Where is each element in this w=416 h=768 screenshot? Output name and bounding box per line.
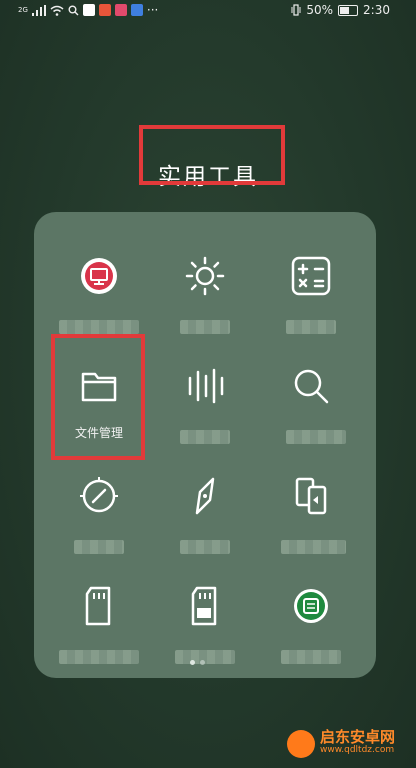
notification-app-icon-3 (114, 4, 127, 16)
sim-card-icon (191, 586, 217, 626)
signal-label: 2G (18, 6, 28, 14)
monitor-app-icon (81, 258, 117, 294)
app-label-blurred (286, 430, 346, 444)
notification-app-icon-2 (98, 4, 111, 16)
app-label-blurred (286, 320, 336, 334)
app-voice-recorder[interactable] (150, 344, 260, 456)
app-label-blurred (180, 320, 230, 334)
app-phone-clone[interactable] (256, 454, 366, 566)
app-label-blurred (59, 320, 139, 334)
app-label-blurred (59, 650, 139, 664)
app-label-blurred (74, 540, 124, 554)
sd-card-icon (85, 586, 111, 626)
file-manager-highlight-box (51, 334, 145, 460)
signal-icon (31, 4, 46, 16)
app-brightness[interactable] (150, 234, 260, 346)
wifi-icon (50, 5, 64, 16)
app-magnifier[interactable] (256, 344, 366, 456)
app-label-blurred (281, 650, 341, 664)
app-label-blurred (180, 430, 230, 444)
backup-app-icon (294, 589, 328, 623)
app-sd-card[interactable] (44, 564, 154, 676)
watermark-logo-icon (287, 730, 315, 758)
app-sim-card[interactable] (150, 564, 260, 676)
page-indicator (190, 660, 205, 665)
app-backup[interactable] (256, 564, 366, 676)
status-bar: 2G ··· 50% 2:30 (0, 0, 416, 20)
app-compass-dial[interactable] (44, 454, 154, 566)
notification-app-icon-4 (130, 4, 143, 16)
search-icon (68, 5, 79, 15)
more-notifications-icon: ··· (146, 3, 159, 17)
calculator-icon (291, 256, 331, 296)
app-calculator[interactable] (256, 234, 366, 346)
notification-app-icon-1 (82, 4, 95, 16)
battery-icon (338, 4, 359, 16)
app-label-blurred (180, 540, 230, 554)
watermark-name: 启东安卓网 (320, 728, 396, 746)
magnifier-icon (294, 369, 329, 404)
vibrate-icon (291, 4, 301, 16)
app-monitor[interactable] (44, 234, 154, 346)
page-dot (190, 660, 195, 665)
compass-needle-icon (195, 477, 215, 515)
battery-percent: 50% (306, 3, 334, 17)
compass-dial-icon (80, 477, 118, 513)
phone-clone-icon (295, 477, 327, 515)
voice-recorder-icon (188, 368, 224, 404)
app-compass[interactable] (150, 454, 260, 566)
app-label-blurred (175, 650, 235, 664)
watermark-url: www.qdltdz.com (320, 745, 395, 755)
brightness-icon (185, 256, 225, 296)
title-highlight-box (139, 125, 285, 185)
page-dot (200, 660, 205, 665)
app-label-blurred (281, 540, 346, 554)
clock: 2:30 (363, 3, 390, 17)
watermark: 启东安卓网 www.qdltdz.com (287, 730, 395, 758)
